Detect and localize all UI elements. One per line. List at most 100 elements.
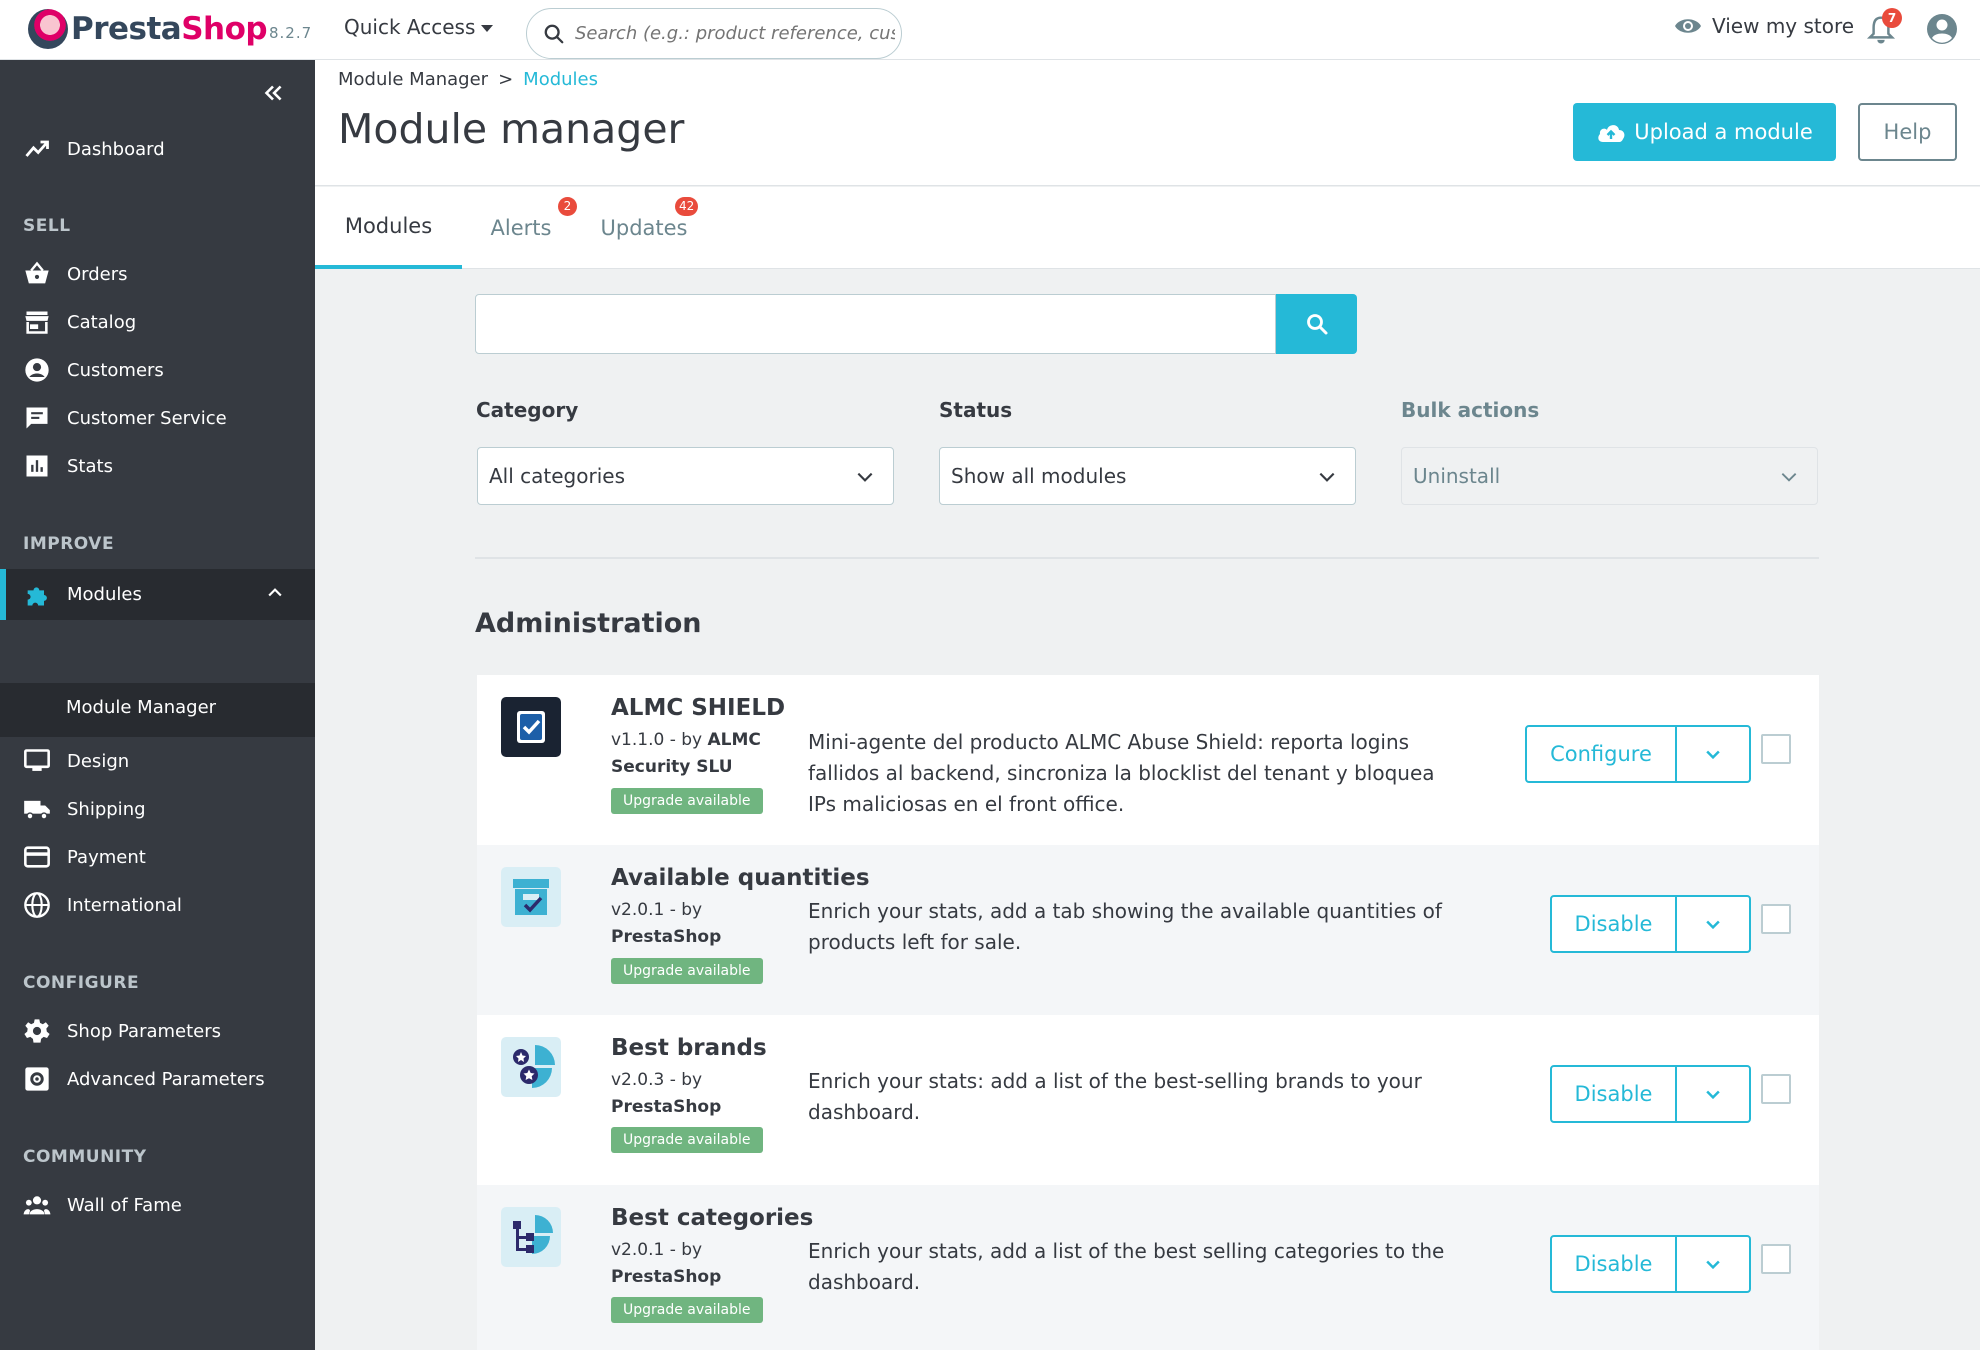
chevron-down-icon (1781, 473, 1797, 482)
collapse-sidebar-icon[interactable] (260, 80, 286, 106)
module-search-input[interactable] (475, 294, 1276, 354)
module-author: PrestaShop (611, 1097, 722, 1117)
sidebar-item-customer-service[interactable]: Customer Service (0, 395, 315, 441)
help-button[interactable]: Help (1858, 103, 1957, 161)
chevron-down-icon (857, 472, 873, 482)
puffin-logo-icon (28, 9, 68, 49)
breadcrumb-separator: > (498, 69, 514, 90)
view-my-store-link[interactable]: View my store (1674, 14, 1854, 38)
upload-module-label: Upload a module (1634, 120, 1813, 144)
sidebar-item-module-manager[interactable]: Module Manager (66, 697, 216, 718)
page-title: Module manager (338, 105, 685, 153)
module-action-group: Configure (1525, 725, 1751, 783)
module-select-checkbox[interactable] (1761, 1074, 1791, 1104)
sidebar-item-orders[interactable]: Orders (0, 251, 315, 297)
module-name: ALMC SHIELD (611, 695, 786, 721)
tab-modules[interactable]: Modules (315, 187, 462, 269)
status-select-value: Show all modules (951, 464, 1127, 488)
sidebar-item-modules[interactable]: Modules (0, 569, 315, 620)
tab-updates[interactable]: Updates 42 (580, 187, 708, 269)
sidebar-item-customers[interactable]: Customers (0, 347, 315, 393)
module-search-button[interactable] (1276, 294, 1357, 354)
module-row: Best brands v2.0.3 - by PrestaShop Upgrad… (477, 1015, 1819, 1185)
prestashop-logo[interactable]: PrestaShop (28, 9, 268, 49)
quick-access-dropdown[interactable]: Quick Access (344, 15, 494, 39)
sidebar-item-stats[interactable]: Stats (0, 443, 315, 489)
logo-brand-a: Presta (71, 11, 182, 47)
module-action-group: Disable (1550, 1235, 1751, 1293)
module-version: v2.0.3 - by (611, 1070, 703, 1090)
shopping-basket-icon (25, 261, 49, 284)
disable-button[interactable]: Disable (1552, 897, 1677, 951)
status-filter-label: Status (939, 398, 1013, 422)
module-name: Best brands (611, 1035, 767, 1061)
notifications-badge: 7 (1882, 8, 1902, 28)
sidebar-item-label: Modules (67, 584, 142, 605)
chevron-up-icon (268, 588, 282, 597)
module-version: v2.0.1 - by (611, 900, 703, 920)
upload-module-button[interactable]: Upload a module (1573, 103, 1836, 161)
module-actions-dropdown-toggle[interactable] (1677, 897, 1749, 951)
section-sell: SELL (23, 216, 71, 236)
category-select[interactable]: All categories (477, 447, 894, 505)
module-version-author: v2.0.1 - by PrestaShop (611, 897, 771, 951)
disable-button[interactable]: Disable (1552, 1237, 1677, 1291)
breadcrumb-parent-link[interactable]: Module Manager (338, 69, 488, 90)
tab-alerts[interactable]: Alerts 2 (462, 187, 580, 269)
sidebar-item-label: Wall of Fame (67, 1194, 182, 1216)
configure-button[interactable]: Configure (1527, 727, 1677, 781)
header-search-box[interactable] (526, 8, 902, 59)
tab-label: Updates (600, 216, 688, 240)
module-version-author: v2.0.3 - by PrestaShop (611, 1067, 771, 1121)
header-search-input[interactable] (575, 23, 895, 44)
sidebar-item-label: Shipping (67, 798, 146, 820)
people-icon (23, 1196, 51, 1215)
sidebar-item-shop-parameters[interactable]: Shop Parameters (0, 1008, 315, 1054)
search-icon (544, 24, 564, 43)
trending-up-icon (25, 140, 49, 157)
breadcrumb-current[interactable]: Modules (523, 69, 598, 90)
version-label: 8.2.7 (269, 24, 313, 42)
sidebar-item-international[interactable]: International (0, 882, 315, 928)
module-select-checkbox[interactable] (1761, 734, 1791, 764)
chevron-down-icon (1706, 1090, 1720, 1100)
active-indicator (0, 569, 6, 620)
logo-brand-b: Shop (181, 11, 268, 47)
module-actions-dropdown-toggle[interactable] (1677, 727, 1749, 781)
sidebar-item-label: Customers (67, 359, 164, 381)
category-select-value: All categories (489, 464, 625, 488)
module-row: Best categories v2.0.1 - by PrestaShop Up… (477, 1185, 1819, 1350)
upgrade-available-badge: Upgrade available (611, 788, 763, 814)
star-pie-icon (501, 1037, 561, 1097)
bulk-actions-label: Bulk actions (1401, 398, 1540, 422)
sidebar-item-label: Stats (67, 455, 113, 477)
caret-down-icon (481, 25, 494, 32)
sidebar-item-shipping[interactable]: Shipping (0, 786, 315, 832)
module-actions-dropdown-toggle[interactable] (1677, 1067, 1749, 1121)
module-action-group: Disable (1550, 895, 1751, 953)
upgrade-available-badge: Upgrade available (611, 1127, 763, 1153)
status-select[interactable]: Show all modules (939, 447, 1356, 505)
sidebar-item-design[interactable]: Design (0, 738, 315, 784)
quick-access-label: Quick Access (344, 15, 476, 39)
sidebar-item-dashboard[interactable]: Dashboard (0, 126, 315, 172)
disable-button[interactable]: Disable (1552, 1067, 1677, 1121)
truck-icon (24, 800, 50, 820)
sidebar-item-wall-of-fame[interactable]: Wall of Fame (0, 1182, 315, 1228)
updates-count-badge: 42 (675, 197, 699, 216)
eye-icon (1675, 19, 1701, 33)
sidebar-item-catalog[interactable]: Catalog (0, 299, 315, 345)
chevron-down-icon (1706, 750, 1720, 760)
category-tree-icon (501, 1207, 561, 1267)
chat-icon (26, 407, 48, 429)
chevron-down-icon (1319, 472, 1335, 482)
module-select-checkbox[interactable] (1761, 1244, 1791, 1274)
sidebar-item-payment[interactable]: Payment (0, 834, 315, 880)
module-version: v1.1.0 - by (611, 730, 703, 750)
module-actions-dropdown-toggle[interactable] (1677, 1237, 1749, 1291)
sidebar-item-advanced-parameters[interactable]: Advanced Parameters (0, 1056, 315, 1102)
account-avatar-icon[interactable] (1926, 13, 1958, 45)
module-select-checkbox[interactable] (1761, 904, 1791, 934)
credit-card-icon (24, 846, 50, 868)
puzzle-piece-icon (27, 586, 47, 605)
